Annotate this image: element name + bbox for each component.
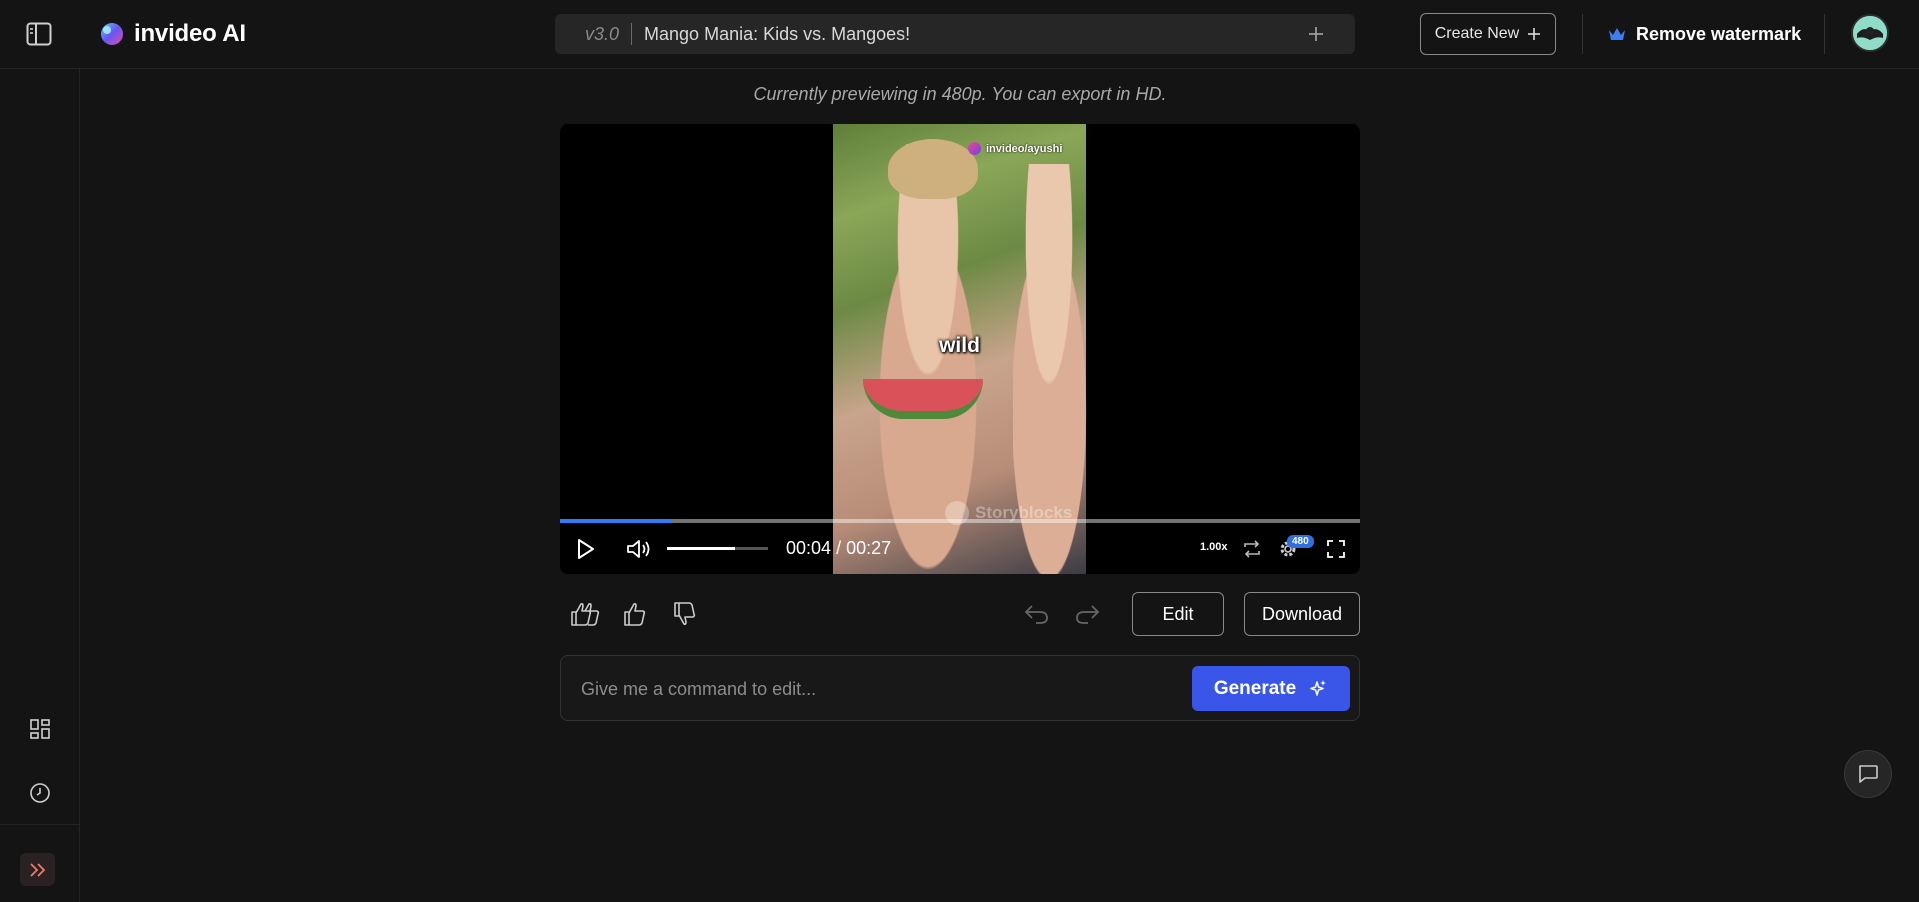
generate-label: Generate — [1214, 678, 1296, 700]
volume-slider[interactable] — [667, 547, 768, 550]
fullscreen-icon[interactable] — [1324, 537, 1348, 561]
volume-icon[interactable] — [624, 536, 654, 562]
action-row: Edit Download — [560, 592, 1360, 636]
download-button[interactable]: Download — [1244, 592, 1360, 636]
history-icon[interactable] — [26, 779, 54, 807]
thumbs-down-icon[interactable] — [670, 598, 700, 630]
crown-icon — [1608, 27, 1626, 41]
app-name: invideo AI — [134, 20, 246, 48]
time-display: 00:04 / 00:27 — [786, 538, 891, 559]
header-divider — [1824, 14, 1825, 54]
undo-icon[interactable] — [1022, 600, 1052, 628]
sidebar-divider — [0, 824, 80, 825]
title-divider — [631, 23, 632, 45]
create-new-button[interactable]: Create New — [1420, 13, 1556, 55]
left-sidebar — [0, 69, 80, 902]
chat-icon[interactable] — [1844, 750, 1892, 798]
creator-handle: invideo/ayushi — [968, 142, 1062, 155]
toggle-sidebar-icon[interactable] — [24, 20, 54, 48]
plus-icon[interactable] — [1307, 21, 1325, 47]
redo-icon[interactable] — [1072, 600, 1102, 628]
header-divider — [1582, 14, 1583, 54]
progress-bar[interactable] — [560, 519, 1360, 523]
create-new-label: Create New — [1435, 25, 1519, 43]
generate-button[interactable]: Generate — [1192, 666, 1350, 711]
double-thumbs-up-icon[interactable] — [568, 598, 602, 630]
remove-watermark-button[interactable]: Remove watermark — [1608, 18, 1801, 50]
video-frame[interactable]: invideo/ayushi wild Storyblocks — [833, 124, 1086, 574]
video-subject-hair — [888, 139, 978, 199]
version-label: v3.0 — [585, 24, 619, 45]
top-bar: invideo AI v3.0 Mango Mania: Kids vs. Ma… — [0, 0, 1919, 69]
time-separator: / — [836, 538, 841, 558]
sparkle-icon — [1308, 679, 1328, 699]
project-title[interactable]: Mango Mania: Kids vs. Mangoes! — [644, 24, 1307, 45]
invideo-logo-icon — [98, 21, 124, 47]
thumbs-up-icon[interactable] — [620, 598, 650, 630]
avatar[interactable] — [1851, 14, 1889, 52]
plus-icon — [1527, 27, 1541, 41]
video-caption: wild — [833, 334, 1086, 358]
resolution-badge: 480 — [1287, 535, 1314, 548]
player-controls: 00:04 / 00:27 1.00x 480 — [560, 524, 1360, 574]
total-time: 00:27 — [846, 538, 891, 558]
preview-note: Currently previewing in 480p. You can ex… — [560, 84, 1360, 105]
expand-sidebar-icon[interactable] — [20, 853, 55, 886]
remove-watermark-label: Remove watermark — [1636, 24, 1801, 45]
app-logo[interactable]: invideo AI — [98, 17, 246, 51]
command-input[interactable] — [581, 676, 1141, 702]
video-player[interactable]: invideo/ayushi wild Storyblocks 00:04 / … — [560, 124, 1360, 574]
current-time: 00:04 — [786, 538, 831, 558]
edit-button[interactable]: Edit — [1132, 592, 1224, 636]
command-bar: Generate — [560, 655, 1360, 721]
dashboard-icon[interactable] — [26, 715, 54, 743]
progress-fill — [560, 519, 672, 523]
playback-speed[interactable]: 1.00x — [1200, 541, 1228, 553]
loop-icon[interactable] — [1240, 537, 1264, 561]
handle-logo-icon — [968, 142, 981, 155]
handle-text: invideo/ayushi — [986, 143, 1062, 155]
play-icon[interactable] — [574, 536, 598, 562]
volume-fill — [667, 547, 735, 550]
project-title-bar[interactable]: v3.0 Mango Mania: Kids vs. Mangoes! — [555, 14, 1355, 54]
